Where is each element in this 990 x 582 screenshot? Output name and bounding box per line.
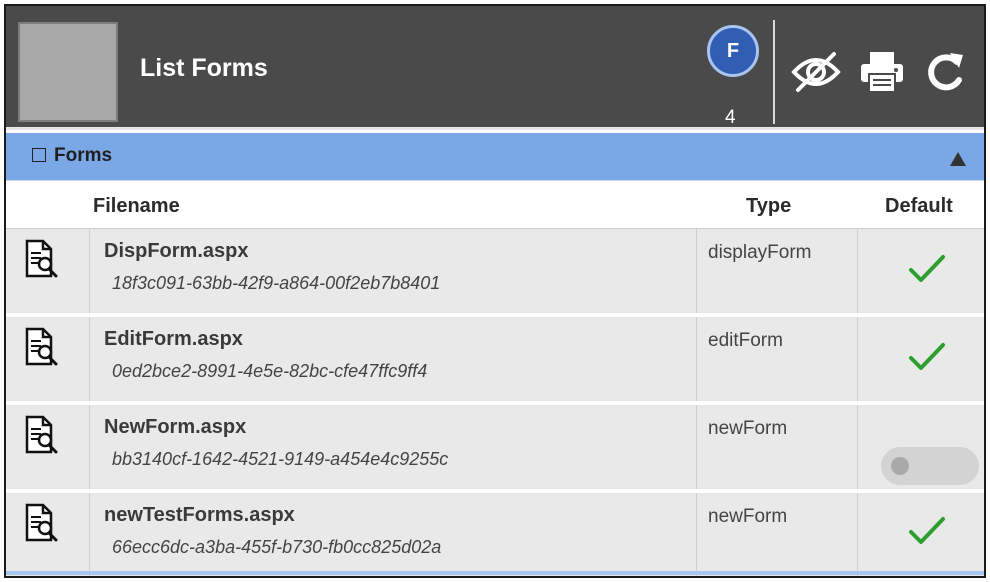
table-row[interactable]: NewForm.aspx bb3140cf-1642-4521-9149-a45… <box>6 405 984 491</box>
page-title: List Forms <box>140 54 268 82</box>
section-title: Forms <box>54 145 113 166</box>
form-filename[interactable]: EditForm.aspx <box>104 328 243 351</box>
panel-bottom-border <box>6 571 984 575</box>
column-header-default[interactable]: Default <box>885 195 953 218</box>
form-guid: 0ed2bce2-8991-4e5e-82bc-cfe47ffc9ff4 <box>112 361 428 381</box>
collapse-triangle-icon[interactable] <box>950 152 966 166</box>
default-check-icon <box>909 517 945 544</box>
default-check-icon <box>909 255 945 282</box>
row-icon-cell <box>6 493 90 576</box>
print-icon[interactable] <box>859 50 905 94</box>
hide-eye-icon[interactable] <box>790 50 842 94</box>
form-type: displayForm <box>708 242 812 263</box>
document-preview-icon[interactable] <box>24 239 58 279</box>
document-preview-icon[interactable] <box>24 415 58 455</box>
forms-count: 4 <box>725 107 736 128</box>
column-header-filename[interactable]: Filename <box>93 195 180 218</box>
set-default-toggle[interactable] <box>881 447 979 485</box>
form-guid: bb3140cf-1642-4521-9149-a454e4c9255c <box>112 449 449 469</box>
list-forms-panel: List Forms F 4 Forms Filename Type Defau… <box>4 4 986 578</box>
form-filename[interactable]: newTestForms.aspx <box>104 504 295 527</box>
form-guid: 66ecc6dc-a3ba-455f-b730-fb0cc825d02a <box>112 537 442 557</box>
table-row[interactable]: EditForm.aspx 0ed2bce2-8991-4e5e-82bc-cf… <box>6 317 984 403</box>
section-checkbox[interactable] <box>32 148 46 162</box>
panel-header: List Forms F 4 <box>6 6 984 130</box>
toggle-knob <box>891 457 909 475</box>
document-preview-icon[interactable] <box>24 503 58 543</box>
form-filename[interactable]: DispForm.aspx <box>104 240 248 263</box>
table-row[interactable]: DispForm.aspx 18f3c091-63bb-42f9-a864-00… <box>6 229 984 315</box>
column-header-type[interactable]: Type <box>746 195 791 218</box>
row-icon-cell <box>6 405 90 489</box>
form-type: newForm <box>708 506 788 527</box>
forms-section-header[interactable]: Forms <box>6 133 984 181</box>
row-icon-cell <box>6 229 90 313</box>
row-icon-cell <box>6 317 90 401</box>
form-type: editForm <box>708 330 783 351</box>
table-header: Filename Type Default <box>6 181 984 229</box>
type-cell: editForm <box>696 317 858 401</box>
refresh-icon[interactable] <box>923 50 967 94</box>
header-divider <box>773 20 775 124</box>
type-cell: newForm <box>696 405 858 489</box>
form-guid: 18f3c091-63bb-42f9-a864-00f2eb7b8401 <box>112 273 441 293</box>
table-row[interactable]: newTestForms.aspx 66ecc6dc-a3ba-455f-b73… <box>6 493 984 576</box>
form-filename[interactable]: NewForm.aspx <box>104 416 246 439</box>
document-preview-icon[interactable] <box>24 327 58 367</box>
type-cell: displayForm <box>696 229 858 313</box>
form-type: newForm <box>708 418 788 439</box>
type-cell: newForm <box>696 493 858 576</box>
app-logo <box>18 22 118 122</box>
default-check-icon <box>909 343 945 370</box>
forms-badge-icon[interactable]: F <box>707 25 759 77</box>
